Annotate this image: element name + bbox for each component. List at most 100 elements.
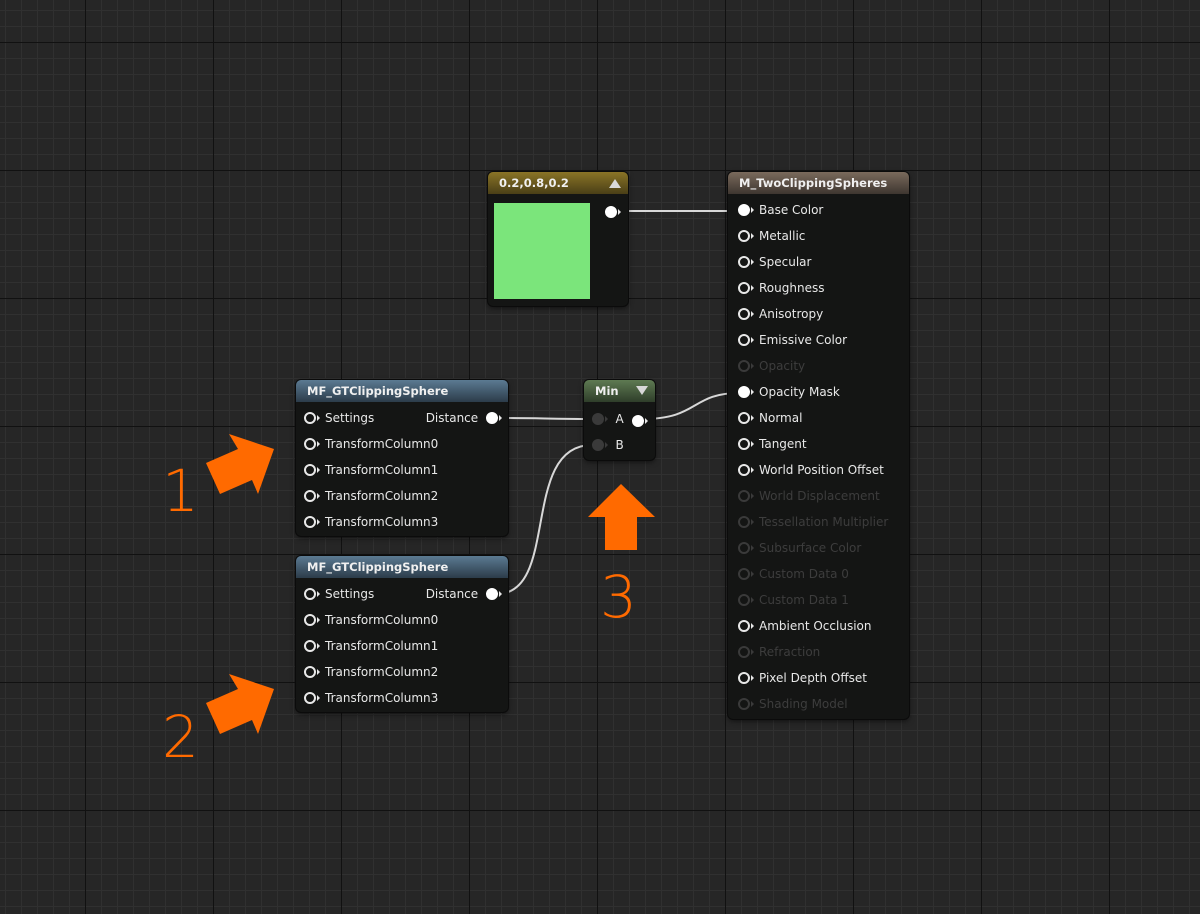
color-swatch [494, 203, 590, 299]
expand-icon[interactable] [636, 386, 648, 395]
input-pin[interactable] [304, 588, 320, 600]
input-pin[interactable] [304, 490, 320, 502]
node-header[interactable]: 0.2,0.8,0.2 [488, 172, 628, 194]
output-distance[interactable]: Distance [425, 581, 502, 607]
input-pin[interactable] [738, 282, 754, 294]
material-input-shading-model[interactable]: Shading Model [738, 691, 848, 717]
input-b[interactable]: B [592, 432, 624, 458]
material-input-base-color[interactable]: Base Color [738, 197, 823, 223]
output-pin[interactable] [605, 206, 621, 218]
material-input-subsurface-color[interactable]: Subsurface Color [738, 535, 861, 561]
pin-label: Opacity Mask [759, 385, 840, 399]
material-input-opacity-mask[interactable]: Opacity Mask [738, 379, 840, 405]
pin-label: Roughness [759, 281, 825, 295]
material-input-custom-data-0[interactable]: Custom Data 0 [738, 561, 849, 587]
input-pin[interactable] [738, 672, 754, 684]
callout-1: 1 [162, 457, 199, 525]
output-distance[interactable]: Distance [425, 405, 502, 431]
material-function-node-1[interactable]: MF_GTClippingSphere Distance Settings Tran… [296, 380, 508, 536]
input-pin[interactable] [304, 516, 320, 528]
output-pin[interactable] [632, 415, 648, 427]
function-input[interactable]: TransformColumn2 [304, 659, 438, 685]
pin-label: TransformColumn2 [325, 489, 439, 503]
node-header[interactable]: M_TwoClippingSpheres [728, 172, 909, 194]
input-pin[interactable] [738, 542, 754, 554]
output-pin[interactable] [486, 588, 502, 600]
input-pin[interactable] [738, 594, 754, 606]
input-pin[interactable] [738, 230, 754, 242]
function-input[interactable]: TransformColumn3 [304, 509, 438, 535]
function-input[interactable]: TransformColumn1 [304, 633, 438, 659]
material-input-ambient-occlusion[interactable]: Ambient Occlusion [738, 613, 871, 639]
material-input-roughness[interactable]: Roughness [738, 275, 824, 301]
min-node[interactable]: Min A B [584, 380, 655, 460]
material-input-world-position-offset[interactable]: World Position Offset [738, 457, 884, 483]
function-input[interactable]: TransformColumn3 [304, 685, 438, 711]
material-input-anisotropy[interactable]: Anisotropy [738, 301, 823, 327]
input-a[interactable]: A [592, 406, 624, 432]
arrow-3-icon [588, 484, 655, 550]
function-input[interactable]: Settings [304, 581, 374, 607]
node-header[interactable]: Min [584, 380, 655, 402]
node-header[interactable]: MF_GTClippingSphere [296, 380, 508, 402]
input-pin[interactable] [304, 666, 320, 678]
function-input[interactable]: Settings [304, 405, 374, 431]
arrow-2-icon [206, 674, 274, 734]
material-input-tangent[interactable]: Tangent [738, 431, 807, 457]
material-input-specular[interactable]: Specular [738, 249, 811, 275]
input-pin[interactable] [304, 464, 320, 476]
input-pin[interactable] [738, 620, 754, 632]
function-input[interactable]: TransformColumn2 [304, 483, 438, 509]
material-input-refraction[interactable]: Refraction [738, 639, 820, 665]
material-input-world-displacement[interactable]: World Displacement [738, 483, 880, 509]
input-pin[interactable] [738, 308, 754, 320]
material-input-metallic[interactable]: Metallic [738, 223, 805, 249]
pin-label: Emissive Color [759, 333, 848, 347]
input-pin[interactable] [738, 334, 754, 346]
input-pin[interactable] [738, 464, 754, 476]
input-pin[interactable] [738, 646, 754, 658]
input-pin[interactable] [738, 412, 754, 424]
input-pin[interactable] [304, 614, 320, 626]
pin-label: Pixel Depth Offset [759, 671, 867, 685]
input-pin[interactable] [304, 640, 320, 652]
pin-label: TransformColumn3 [325, 515, 439, 529]
pin-label: Distance [425, 587, 479, 601]
input-pin[interactable] [304, 692, 320, 704]
input-pin[interactable] [738, 438, 754, 450]
pin-label: Base Color [759, 203, 824, 217]
input-pin[interactable] [592, 413, 608, 425]
pin-label: B [615, 438, 624, 452]
input-pin[interactable] [738, 386, 754, 398]
input-pin[interactable] [738, 256, 754, 268]
input-pin[interactable] [738, 204, 754, 216]
constant3vector-node[interactable]: 0.2,0.8,0.2 [488, 172, 628, 306]
input-pin[interactable] [738, 490, 754, 502]
input-pin[interactable] [738, 568, 754, 580]
material-input-opacity[interactable]: Opacity [738, 353, 805, 379]
input-pin[interactable] [304, 438, 320, 450]
material-input-tessellation-multiplier[interactable]: Tessellation Multiplier [738, 509, 888, 535]
function-input[interactable]: TransformColumn0 [304, 431, 438, 457]
node-header[interactable]: MF_GTClippingSphere [296, 556, 508, 578]
pin-label: World Position Offset [759, 463, 884, 477]
input-pin[interactable] [738, 698, 754, 710]
collapse-icon[interactable] [609, 179, 621, 188]
pin-label: Tangent [759, 437, 807, 451]
material-result-node[interactable]: M_TwoClippingSpheres Base Color Metallic S… [728, 172, 909, 719]
material-input-normal[interactable]: Normal [738, 405, 802, 431]
input-pin[interactable] [738, 516, 754, 528]
material-input-pixel-depth-offset[interactable]: Pixel Depth Offset [738, 665, 867, 691]
input-pin[interactable] [592, 439, 608, 451]
material-input-custom-data-1[interactable]: Custom Data 1 [738, 587, 849, 613]
material-function-node-2[interactable]: MF_GTClippingSphere Distance Settings Tran… [296, 556, 508, 712]
arrow-1-icon [206, 434, 274, 494]
callout-3: 3 [600, 563, 637, 631]
function-input[interactable]: TransformColumn1 [304, 457, 438, 483]
input-pin[interactable] [738, 360, 754, 372]
material-input-emissive-color[interactable]: Emissive Color [738, 327, 847, 353]
input-pin[interactable] [304, 412, 320, 424]
function-input[interactable]: TransformColumn0 [304, 607, 438, 633]
output-pin[interactable] [486, 412, 502, 424]
pin-label: Distance [425, 411, 479, 425]
